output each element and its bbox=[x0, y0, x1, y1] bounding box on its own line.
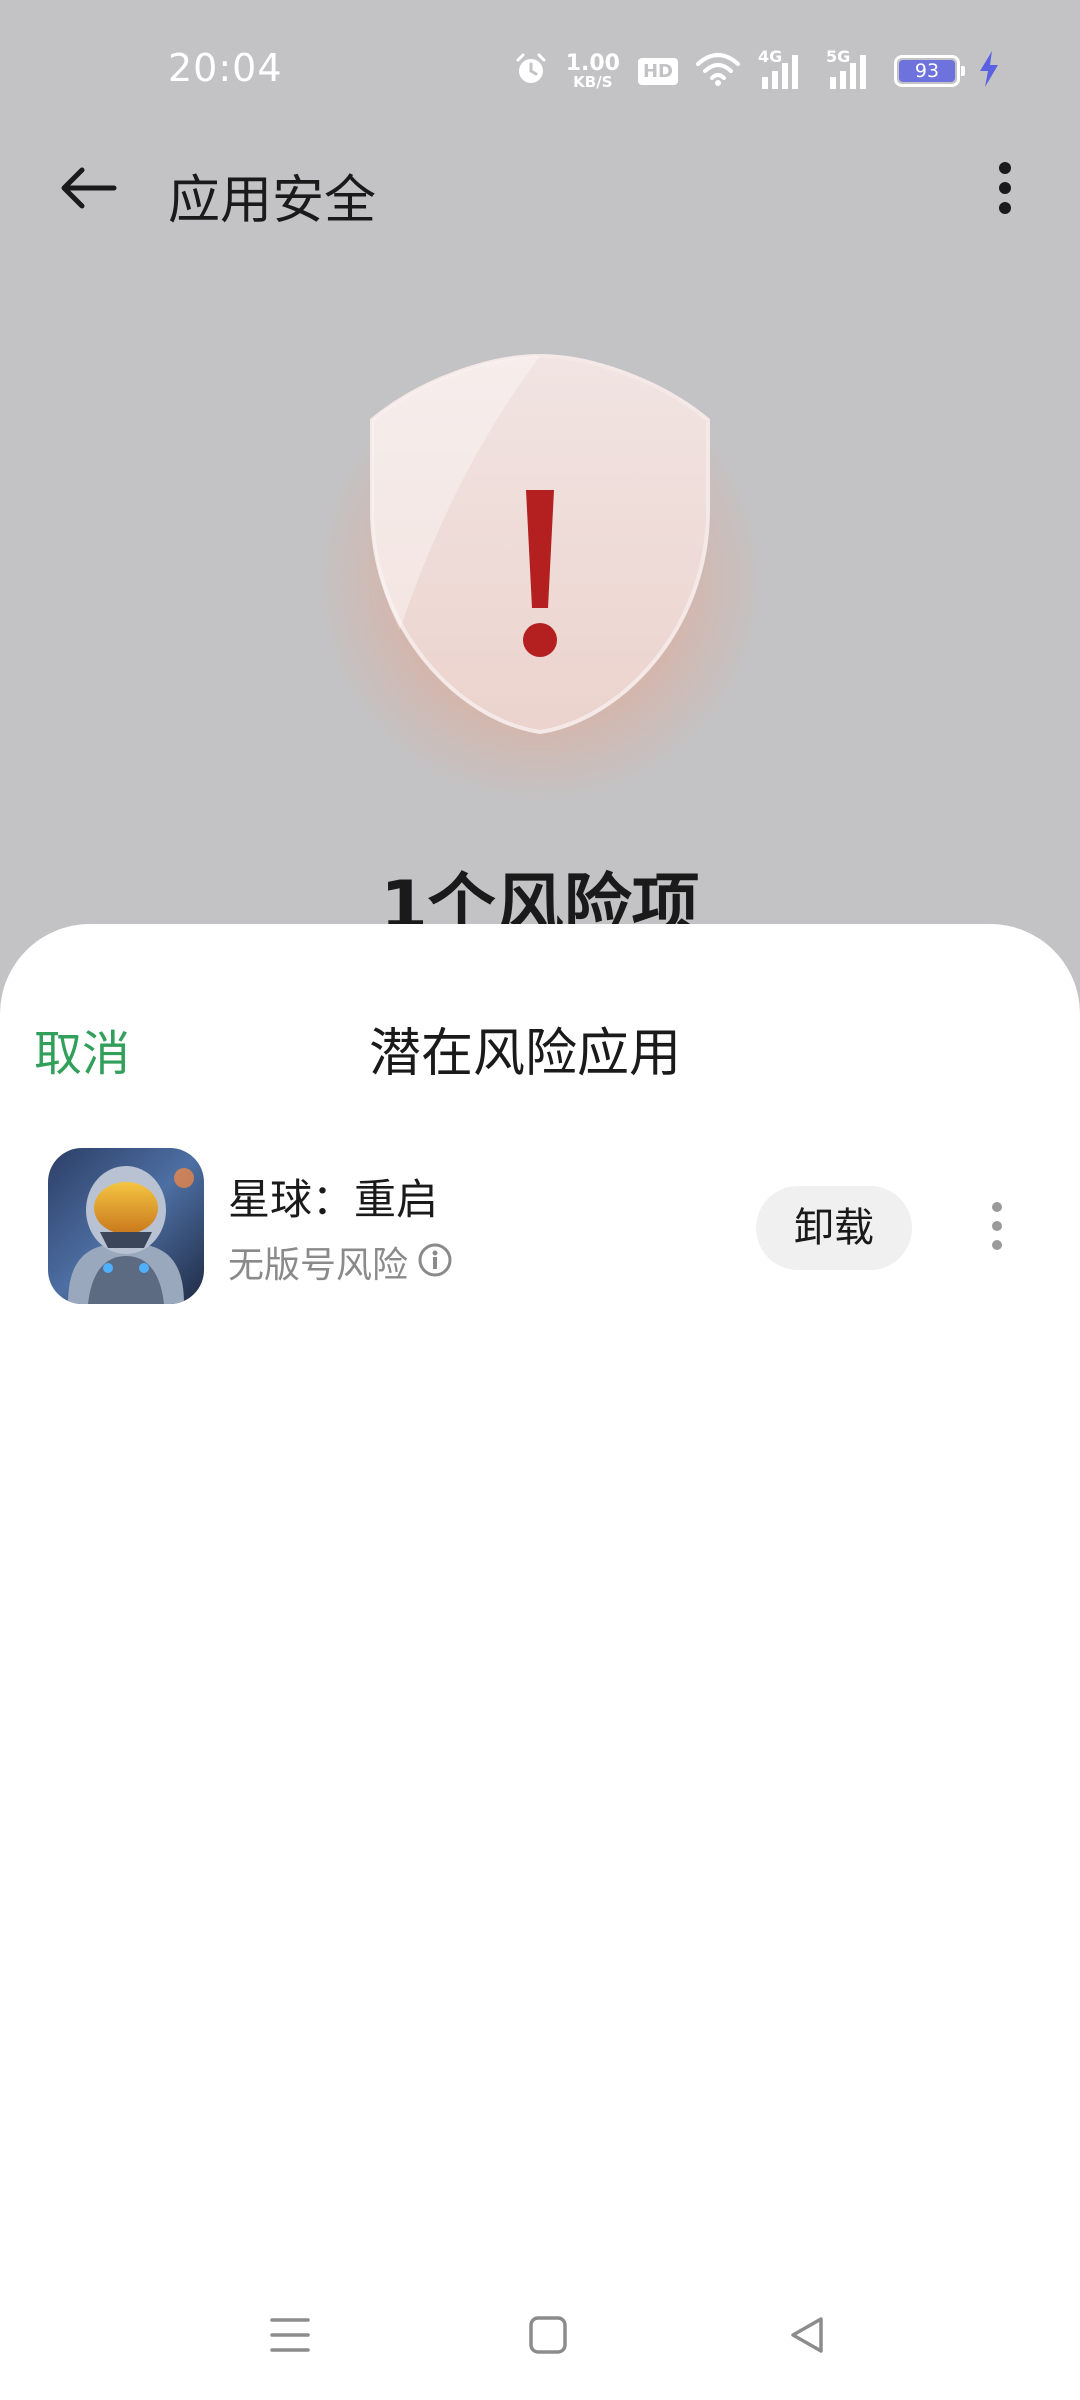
back-button[interactable] bbox=[48, 148, 128, 228]
wifi-icon bbox=[696, 52, 740, 90]
more-vertical-icon bbox=[992, 1202, 1002, 1250]
info-icon[interactable] bbox=[418, 1243, 452, 1281]
app-more-button[interactable] bbox=[972, 1184, 1022, 1268]
menu-button[interactable] bbox=[255, 2300, 325, 2370]
bottom-sheet: 潜在风险应用 取消 星球：重启 无版号风险 卸载 bbox=[0, 924, 1080, 2400]
navigation-bar bbox=[0, 2290, 1080, 2380]
page-title: 应用安全 bbox=[168, 171, 377, 231]
net-speed-value: 1.00 bbox=[565, 50, 620, 76]
home-icon bbox=[529, 2316, 567, 2354]
uninstall-button[interactable]: 卸载 bbox=[756, 1186, 912, 1270]
sheet-title: 潜在风险应用 bbox=[368, 1024, 681, 1084]
sheet-header: 潜在风险应用 取消 bbox=[0, 1014, 1080, 1094]
battery-level: 93 bbox=[899, 60, 955, 82]
status-icons: 1.00 KB/S HD 4G 5G 93 bbox=[514, 47, 1000, 94]
charging-icon bbox=[978, 51, 1000, 91]
app-risk-text: 无版号风险 bbox=[228, 1245, 409, 1286]
app-risk: 无版号风险 bbox=[228, 1236, 452, 1288]
battery-icon: 93 bbox=[894, 55, 965, 87]
more-vertical-icon bbox=[999, 162, 1011, 214]
app-icon bbox=[48, 1148, 204, 1304]
signal-icon-1: 4G bbox=[758, 47, 808, 91]
back-nav-button[interactable] bbox=[772, 2300, 842, 2370]
shield-hero bbox=[290, 300, 790, 820]
more-options-button[interactable] bbox=[970, 148, 1040, 228]
alarm-icon bbox=[514, 52, 548, 90]
net-speed-unit: KB/S bbox=[573, 72, 613, 91]
net-speed: 1.00 KB/S bbox=[565, 50, 620, 91]
status-time: 20:04 bbox=[168, 46, 283, 90]
back-arrow-icon bbox=[61, 167, 117, 209]
cancel-button[interactable]: 取消 bbox=[34, 1014, 130, 1094]
screen: 20:04 1.00 KB/S HD 4G 5G 93 应用安全 1个风险项 潜… bbox=[0, 0, 1080, 2400]
signal-icon-2: 5G bbox=[826, 47, 876, 91]
hd-badge: HD bbox=[637, 57, 678, 85]
app-name: 星球：重启 bbox=[228, 1175, 439, 1224]
shield-warning-icon bbox=[370, 353, 710, 735]
top-app-bar: 应用安全 bbox=[0, 130, 1080, 250]
back-triangle-icon bbox=[791, 2317, 823, 2353]
menu-icon bbox=[270, 2318, 310, 2352]
risk-app-row[interactable]: 星球：重启 无版号风险 卸载 bbox=[0, 1148, 1080, 1312]
home-button[interactable] bbox=[513, 2300, 583, 2370]
status-bar: 20:04 1.00 KB/S HD 4G 5G 93 bbox=[0, 0, 1080, 140]
